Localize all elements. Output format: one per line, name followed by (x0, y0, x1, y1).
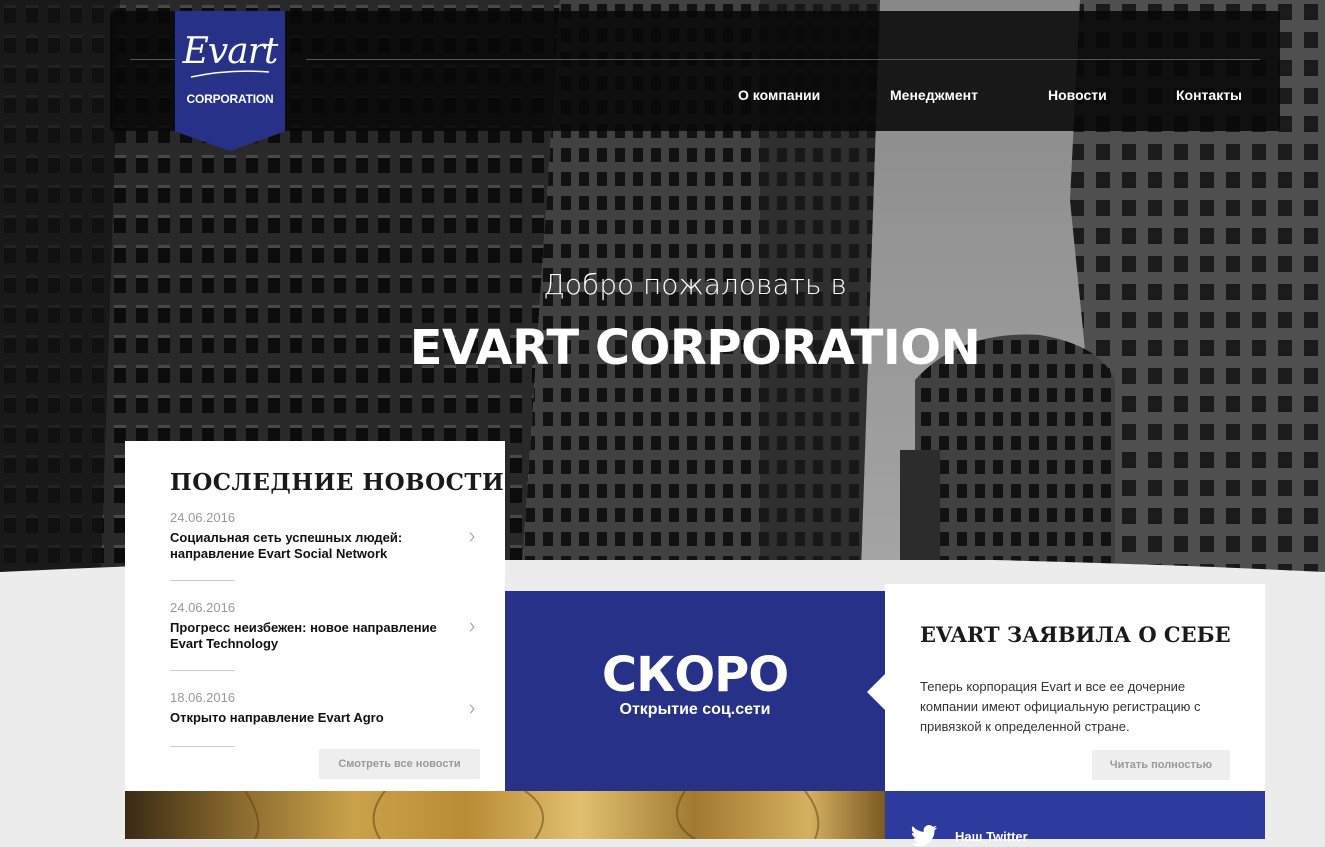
news-item[interactable]: 24.06.2016 Социальная сеть успешных люде… (170, 510, 490, 581)
twitter-bird-icon (910, 825, 938, 847)
soon-title: СКОРО (601, 647, 789, 703)
news-date: 24.06.2016 (170, 600, 236, 615)
news-title[interactable]: Открыто направление Evart Agro (170, 710, 470, 726)
hero-title: EVART CORPORATION (409, 320, 981, 376)
header-divider-right (306, 59, 1260, 60)
soon-card: СКОРО Открытие соц.сети (505, 591, 885, 791)
chevron-right-icon[interactable] (467, 704, 477, 714)
read-more-button[interactable]: Читать полностью (1092, 750, 1230, 780)
logo-corporation-label: CORPORATION (186, 92, 274, 106)
news-item[interactable]: 24.06.2016 Прогресс неизбежен: новое нап… (170, 600, 490, 671)
wheat-image (125, 791, 885, 839)
wheat-texture (244, 791, 820, 839)
nav-item-news[interactable]: Новости (1048, 87, 1107, 103)
header-divider-left (130, 59, 180, 60)
news-divider (170, 670, 235, 671)
news-title[interactable]: Прогресс неизбежен: новое направление Ev… (170, 620, 470, 652)
twitter-card[interactable]: Наш Twitter (885, 791, 1265, 847)
hero-welcome: Добро пожаловать в (543, 268, 847, 301)
chevron-right-icon[interactable] (467, 532, 477, 542)
nav-item-management[interactable]: Менеджмент (890, 87, 978, 103)
logo-swash-icon (190, 70, 270, 78)
news-date: 18.06.2016 (170, 690, 236, 705)
news-divider (170, 580, 235, 581)
logo[interactable]: Evart CORPORATION (175, 11, 285, 151)
statement-text: Теперь корпорация Evart и все ее дочерни… (920, 679, 1201, 734)
news-card: ПОСЛЕДНИЕ НОВОСТИ 24.06.2016 Социальная … (125, 441, 505, 791)
header-bar (110, 11, 1280, 131)
nav-item-contacts[interactable]: Контакты (1176, 87, 1242, 103)
statement-card: EVART ЗАЯВИЛА О СЕБЕ Теперь корпорация E… (867, 584, 1265, 791)
news-heading: ПОСЛЕДНИЕ НОВОСТИ (170, 469, 505, 496)
nav-item-about[interactable]: О компании (738, 87, 820, 103)
news-title[interactable]: Социальная сеть успешных людей: направле… (170, 530, 470, 562)
logo-script: Evart (182, 31, 279, 72)
all-news-button[interactable]: Смотреть все новости (319, 749, 480, 779)
statement-heading: EVART ЗАЯВИЛА О СЕБЕ (920, 622, 1231, 647)
twitter-label: Наш Twitter (955, 829, 1028, 844)
soon-subtitle: Открытие соц.сети (619, 701, 771, 718)
news-item[interactable]: 18.06.2016 Открыто направление Evart Agr… (170, 690, 490, 747)
chevron-right-icon[interactable] (467, 622, 477, 632)
news-divider (170, 746, 235, 747)
news-date: 24.06.2016 (170, 510, 236, 525)
statement-notch (867, 674, 885, 710)
